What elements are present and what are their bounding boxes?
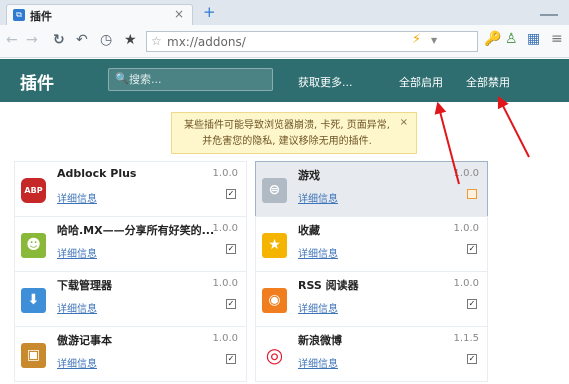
- plugin-name: 新浪微博: [298, 334, 342, 347]
- plugin-details-link[interactable]: 详细信息: [298, 355, 338, 370]
- search-input[interactable]: [129, 71, 269, 88]
- browser-window: ⧉ 插件 × + ← → ↻ ↶ ◷ ★ ☆ mx://addons/ ⚡ ▼ …: [0, 0, 569, 384]
- plugin-name: RSS 阅读器: [298, 279, 359, 292]
- weibo-icon: ◎: [262, 343, 287, 368]
- plugin-card[interactable]: ⊜ 游戏详细信息 1.0.0: [255, 161, 488, 217]
- close-warning-icon[interactable]: ×: [400, 117, 408, 128]
- download-icon: ⬇: [21, 288, 46, 313]
- arrow-to-disable-all: [497, 95, 530, 158]
- get-more-link[interactable]: 获取更多...: [298, 74, 353, 90]
- plugin-name: 收藏: [298, 224, 320, 237]
- bookmark-star-icon[interactable]: ☆: [151, 34, 162, 48]
- plugin-details-link[interactable]: 详细信息: [57, 355, 97, 370]
- plugin-enable-checkbox[interactable]: ✓: [467, 244, 477, 254]
- plugin-version: 1.0.0: [212, 278, 238, 289]
- plugin-details-link[interactable]: 详细信息: [298, 190, 338, 205]
- plugin-card[interactable]: ☻ 哈哈.MX——分享所有好笑的... 详细信息 1.0.0 ✓: [14, 216, 247, 272]
- plugin-enable-checkbox[interactable]: [467, 189, 477, 199]
- warning-notice: 某些插件可能导致浏览器崩溃, 卡死, 页面异常, 并危害您的隐私, 建议移除无用…: [171, 112, 417, 154]
- plugin-card[interactable]: ▣ 傲游记事本详细信息 1.0.0 ✓: [14, 326, 247, 382]
- plugin-name: Adblock Plus: [57, 167, 137, 180]
- favorite-star-icon[interactable]: ★: [124, 32, 137, 48]
- plugin-details-link[interactable]: 详细信息: [57, 245, 97, 260]
- navigation-bar: ← → ↻ ↶ ◷ ★ ☆ mx://addons/ ⚡ ▼ 🔑 ♙ ▦ ≡: [0, 25, 569, 58]
- abp-icon: ABP: [21, 178, 46, 203]
- tab-close-icon[interactable]: ×: [174, 7, 184, 21]
- smiley-icon: ☻: [21, 233, 46, 258]
- rss-icon: ◉: [262, 288, 287, 313]
- plugin-card[interactable]: ABP Adblock Plus 详细信息 1.0.0 ✓: [14, 161, 247, 217]
- star-icon: ★: [262, 233, 287, 258]
- plugin-name: 下载管理器: [57, 279, 112, 292]
- search-box[interactable]: 🔍: [108, 68, 273, 91]
- plugin-enable-checkbox[interactable]: ✓: [467, 354, 477, 364]
- plugin-details-link[interactable]: 详细信息: [298, 245, 338, 260]
- plugin-details-link[interactable]: 详细信息: [57, 300, 97, 315]
- password-key-icon[interactable]: 🔑: [484, 31, 501, 47]
- new-tab-icon[interactable]: +: [203, 3, 216, 21]
- addons-header: 插件 🔍 获取更多... 全部启用 全部禁用: [0, 59, 569, 102]
- plugin-details-link[interactable]: 详细信息: [298, 300, 338, 315]
- warning-text: 某些插件可能导致浏览器崩溃, 卡死, 页面异常, 并危害您的隐私, 建议移除无用…: [184, 120, 390, 147]
- back-icon[interactable]: ←: [6, 32, 18, 48]
- plugin-version: 1.0.0: [212, 333, 238, 344]
- plugin-card[interactable]: ★ 收藏详细信息 1.0.0 ✓: [255, 216, 488, 272]
- dropdown-icon[interactable]: ▼: [431, 36, 437, 45]
- url-text[interactable]: mx://addons/: [167, 35, 246, 49]
- forward-icon[interactable]: →: [26, 32, 38, 48]
- tab-title: 插件: [30, 10, 52, 23]
- user-icon[interactable]: ♙: [505, 31, 518, 47]
- menu-icon[interactable]: ≡: [551, 31, 563, 47]
- plugin-version: 1.0.0: [212, 168, 238, 179]
- plugin-version: 1.0.0: [453, 278, 479, 289]
- page-title: 插件: [20, 74, 54, 94]
- plugin-version: 1.0.0: [212, 223, 238, 234]
- plugin-enable-checkbox[interactable]: ✓: [226, 299, 236, 309]
- tab-addons[interactable]: ⧉ 插件 ×: [6, 4, 193, 25]
- disable-all-button[interactable]: 全部禁用: [466, 74, 510, 90]
- plugin-enable-checkbox[interactable]: ✓: [226, 354, 236, 364]
- gamepad-icon: ⊜: [262, 178, 287, 203]
- plugin-name: 傲游记事本: [57, 334, 112, 347]
- plugin-version: 1.0.0: [453, 168, 479, 179]
- reload-icon[interactable]: ↻: [53, 32, 65, 48]
- screenshot-icon[interactable]: ▦: [527, 31, 540, 47]
- plugin-details-link[interactable]: 详细信息: [57, 190, 97, 205]
- minimize-icon[interactable]: [540, 4, 558, 16]
- plugin-enable-checkbox[interactable]: ✓: [226, 244, 236, 254]
- plugin-enable-checkbox[interactable]: ✓: [467, 299, 477, 309]
- address-bar[interactable]: ☆ mx://addons/: [146, 31, 478, 52]
- plugin-enable-checkbox[interactable]: ✓: [226, 189, 236, 199]
- plugin-card[interactable]: ◎ 新浪微博详细信息 1.1.5 ✓: [255, 326, 488, 382]
- tab-strip: ⧉ 插件 × +: [0, 0, 569, 25]
- speed-dial-bolt-icon[interactable]: ⚡: [412, 32, 421, 47]
- plugin-name: 游戏: [298, 169, 320, 182]
- plugin-card[interactable]: ⬇ 下载管理器详细信息 1.0.0 ✓: [14, 271, 247, 327]
- addons-favicon-icon: ⧉: [13, 9, 25, 21]
- plugin-version: 1.0.0: [453, 223, 479, 234]
- undo-close-icon[interactable]: ↶: [76, 32, 88, 48]
- search-icon: 🔍: [115, 72, 129, 85]
- plugin-name: 哈哈.MX——分享所有好笑的...: [57, 224, 215, 237]
- enable-all-button[interactable]: 全部启用: [399, 74, 443, 90]
- plugin-version: 1.1.5: [453, 333, 479, 344]
- history-icon[interactable]: ◷: [100, 32, 112, 48]
- plugin-card[interactable]: ◉ RSS 阅读器 详细信息 1.0.0 ✓: [255, 271, 488, 327]
- notebook-icon: ▣: [21, 343, 46, 368]
